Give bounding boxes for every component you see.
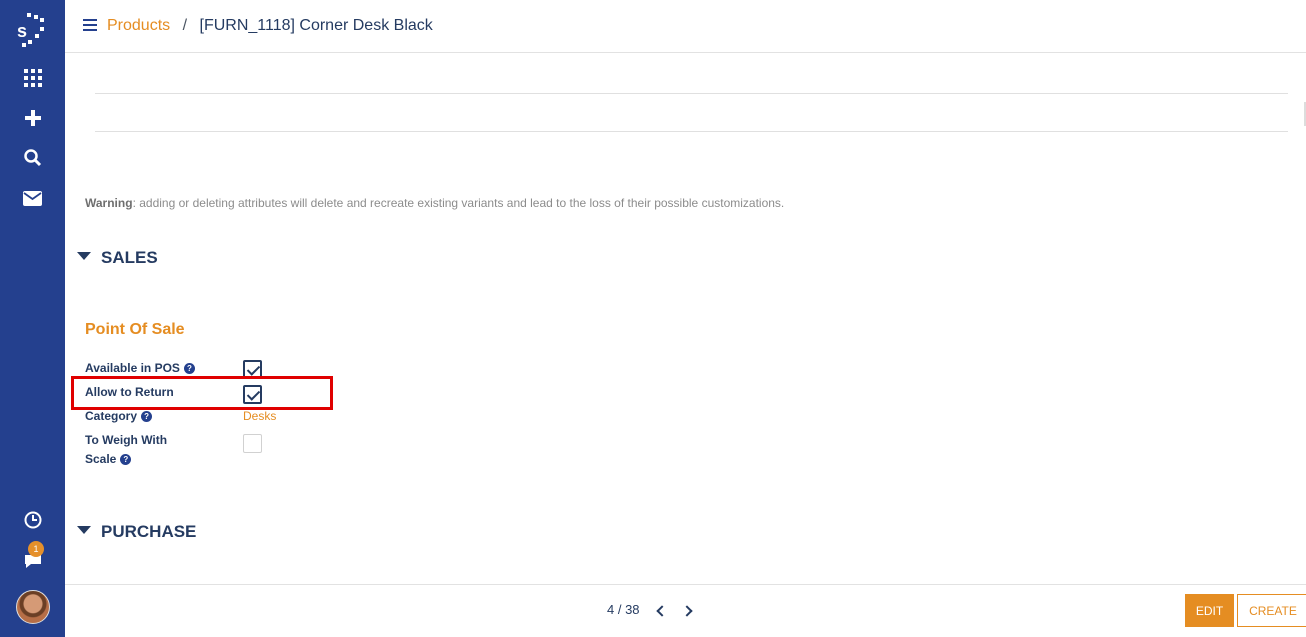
user-avatar[interactable] (0, 589, 65, 625)
products-breadcrumb-link[interactable]: Products (107, 17, 170, 34)
create-button[interactable]: CREATE (1237, 594, 1306, 627)
attribute-divider (95, 93, 1288, 94)
to-weigh-with-scale-label: To Weigh With Scale? (85, 431, 167, 469)
category-text: Category (85, 409, 138, 423)
chevron-right-icon[interactable] (680, 602, 696, 620)
help-icon[interactable]: ? (141, 411, 153, 422)
svg-text:s: s (17, 21, 27, 41)
warning-label: Warning (85, 196, 133, 210)
breadcrumb-separator: / (182, 17, 188, 34)
apps-icon[interactable] (0, 66, 65, 90)
purchase-section-toggle[interactable]: PURCHASE (77, 522, 196, 542)
notification-badge: 1 (28, 541, 44, 557)
sales-title: SALES (101, 248, 158, 267)
to-weigh-text-line2: Scale (85, 452, 117, 466)
bottom-toolbar: 4 / 38 EDIT CREATE (65, 584, 1306, 637)
left-sidebar: s 1 (0, 0, 65, 637)
avatar (15, 590, 50, 624)
to-weigh-with-scale-checkbox[interactable] (243, 434, 262, 453)
purchase-title: PURCHASE (101, 522, 197, 541)
edit-button[interactable]: EDIT (1185, 594, 1234, 627)
breadcrumb: Products / [FURN_1118] Corner Desk Black (107, 17, 433, 35)
help-icon[interactable]: ? (120, 454, 132, 465)
chevron-left-icon[interactable] (653, 602, 669, 620)
available-in-pos-text: Available in POS (85, 361, 180, 375)
warning-text: : adding or deleting attributes will del… (132, 196, 785, 210)
top-header: Products / [FURN_1118] Corner Desk Black (65, 0, 1306, 53)
chat-icon[interactable]: 1 (0, 541, 65, 574)
record-pager: 4 / 38 (607, 602, 640, 617)
menu-icon[interactable] (83, 19, 97, 33)
category-value-link[interactable]: Desks (243, 409, 276, 423)
product-title: [FURN_1118] Corner Desk Black (199, 17, 433, 34)
plus-icon[interactable] (0, 106, 65, 130)
help-icon[interactable]: ? (183, 363, 195, 374)
search-icon[interactable] (0, 146, 65, 170)
sales-section-toggle[interactable]: SALES (77, 248, 158, 268)
variants-warning: Warning: adding or deleting attributes w… (85, 196, 784, 210)
collapse-caret-icon (77, 252, 91, 260)
to-weigh-text-line1: To Weigh With (85, 433, 168, 447)
mail-icon[interactable] (0, 186, 65, 210)
highlight-box (71, 376, 333, 410)
product-form: Warning: adding or deleting attributes w… (65, 54, 1306, 584)
logo-icon[interactable]: s (0, 8, 65, 50)
clock-icon[interactable] (0, 508, 65, 532)
collapse-caret-icon (77, 526, 91, 534)
attribute-divider (95, 131, 1288, 132)
point-of-sale-title: Point Of Sale (85, 321, 185, 338)
